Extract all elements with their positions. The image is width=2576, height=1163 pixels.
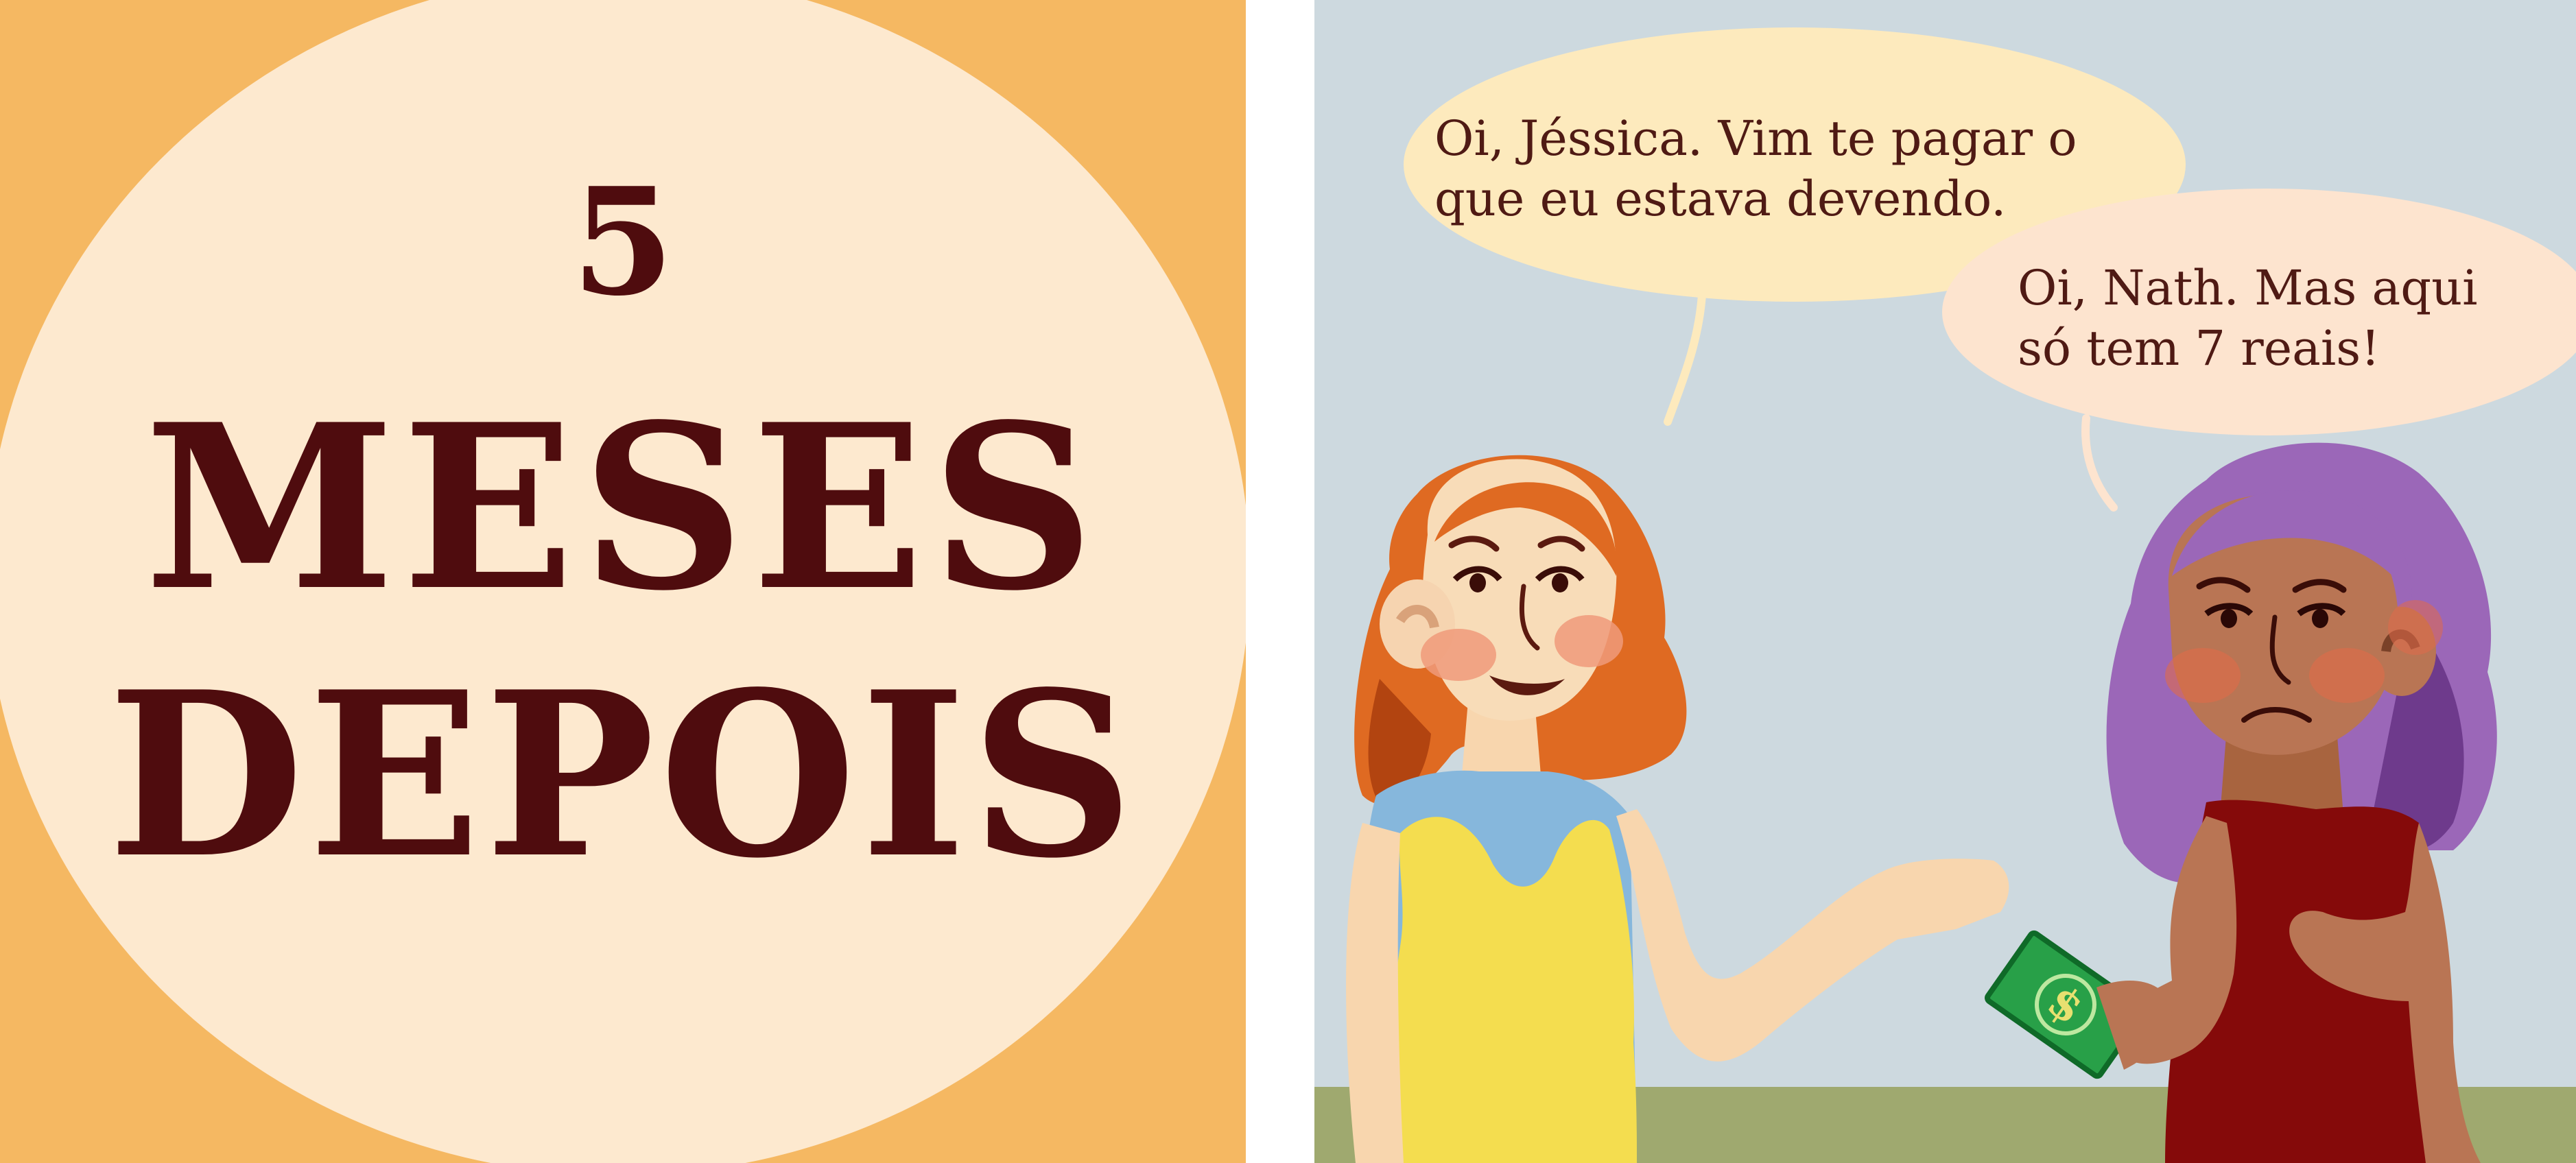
speech-jessica-line-1: Oi, Nath. Mas aqui [2018,260,2478,316]
character-nath [1346,455,2009,1163]
caption-panel: 5 MESES DEPOIS [0,0,1246,1163]
speech-nath-line-1: Oi, Jéssica. Vim te pagar o [1434,110,2077,167]
money-bill: $ [1985,930,2172,1079]
speech-text-jessica: Oi, Nath. Mas aqui só tem 7 reais! [2018,258,2478,379]
speech-text-nath: Oi, Jéssica. Vim te pagar o que eu estav… [1434,108,2077,229]
comic-scene-panel: $ Oi, Jéssica. Vim te pagar o que eu est… [1314,0,2576,1163]
character-jessica [2106,442,2497,1163]
caption-line-2: DEPOIS [108,642,1138,908]
caption-number: 5 [571,155,674,328]
speech-nath-line-2: que eu estava devendo. [1434,171,2007,227]
caption-line-1: MESES [144,374,1102,640]
speech-jessica-line-2: só tem 7 reais! [2018,320,2380,376]
